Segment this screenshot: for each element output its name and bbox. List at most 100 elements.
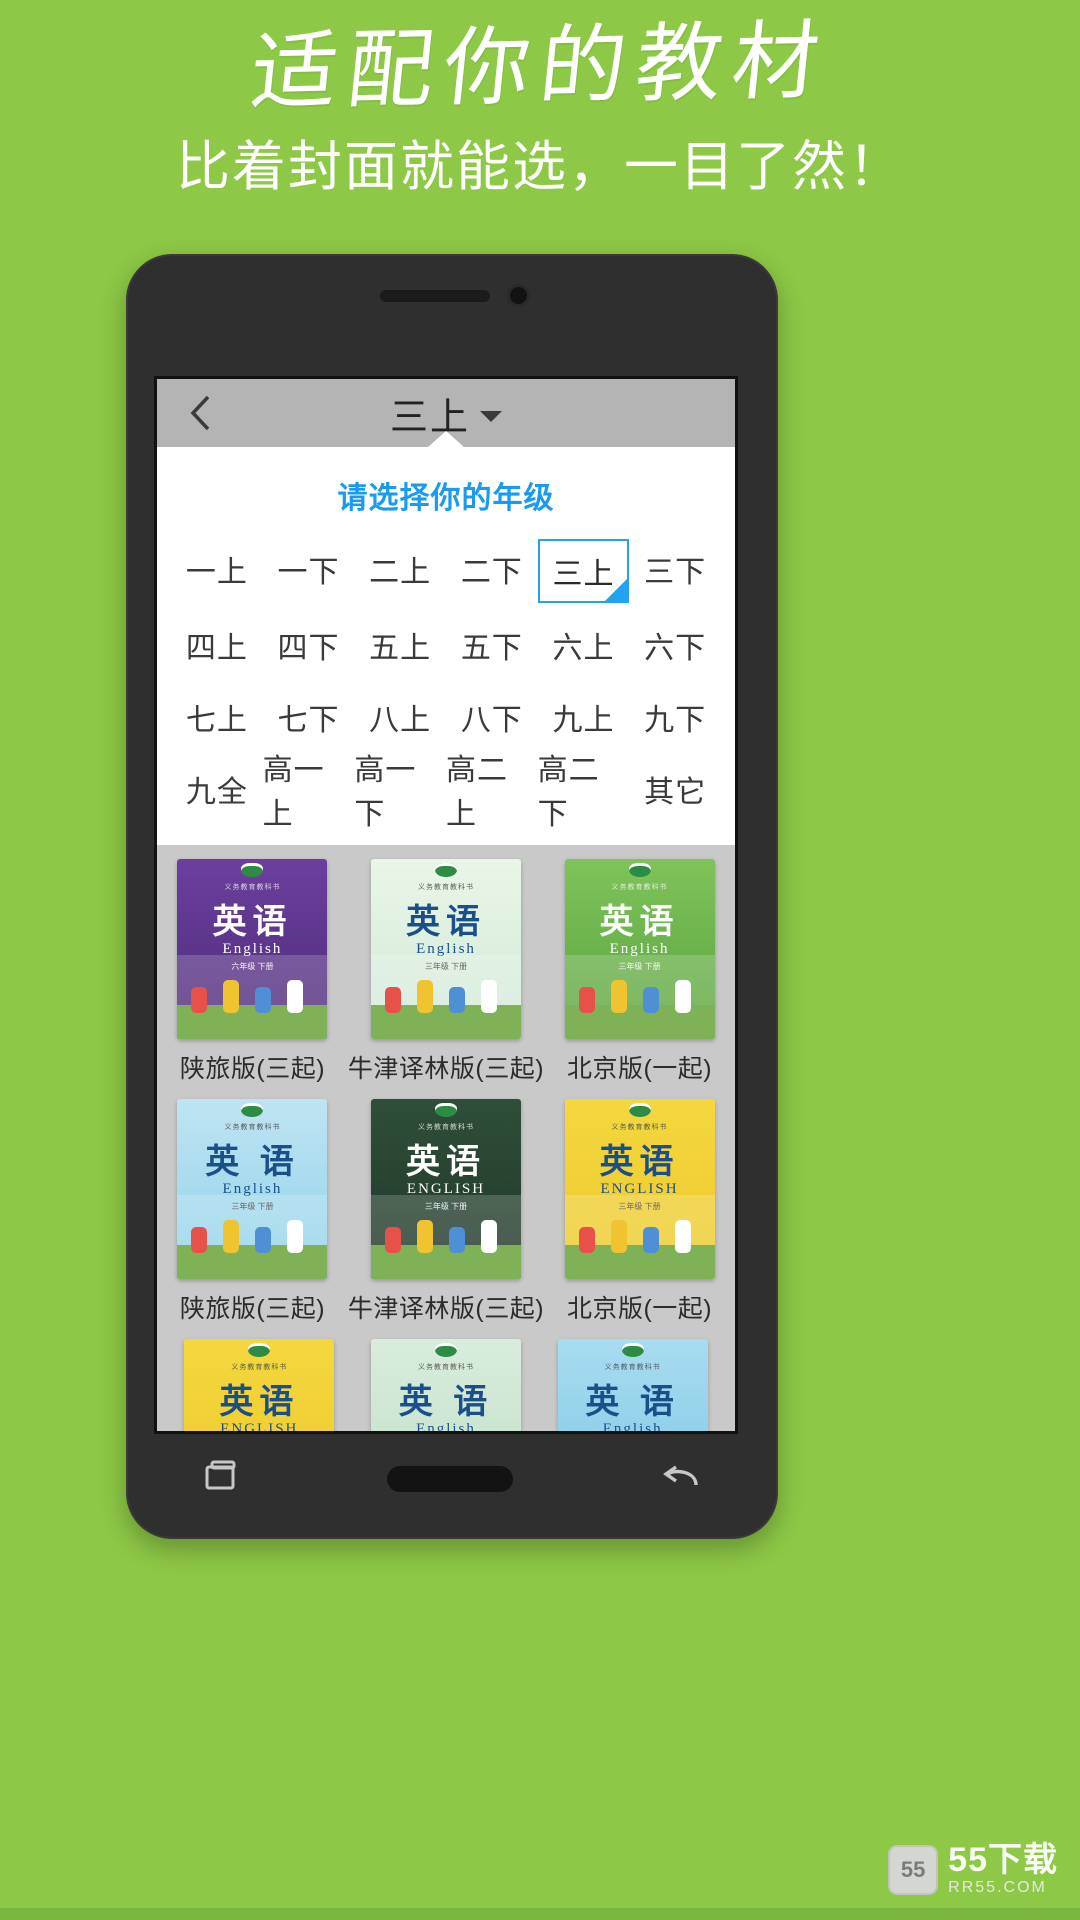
cover-title-cn: 英语	[599, 904, 680, 941]
textbook-item[interactable]: 义务教育教科书英 语English三年级 下册	[548, 1339, 717, 1431]
site-watermark: 55 55下载 RR55.COM	[888, 1843, 1058, 1896]
cover-illustration	[371, 953, 521, 1039]
cover-publisher: 义务教育教科书	[604, 1364, 661, 1371]
publisher-logo-icon	[435, 863, 457, 877]
cover-title-cn: 英 语	[585, 1384, 680, 1421]
textbook-item[interactable]: 义务教育教科书 英语 English 三年级 下册 牛津译林版(三起)	[348, 859, 544, 1085]
grade-option-label: 三下	[644, 556, 707, 589]
grade-option[interactable]: 一上	[171, 539, 263, 599]
textbook-cover: 义务教育教科书英语ENGLISH三年级 下册	[564, 1099, 715, 1279]
grade-option[interactable]: 二上	[354, 539, 446, 599]
grade-option-label: 高二上	[445, 754, 508, 831]
cover-publisher: 义务教育教科书	[417, 1364, 474, 1371]
textbook-row: 义务教育教科书英 语 English 三年级 下册 陕旅版(三起) 义务教育教科书 英语 E…	[175, 1085, 717, 1325]
cover-illustration	[564, 1193, 715, 1279]
dropdown-title: 请选择你的年级	[337, 482, 555, 515]
textbook-cover: 义务教育教科书 英语 English 三年级 下册	[564, 859, 715, 1039]
dropdown-pointer	[428, 431, 464, 447]
grade-option-label: 八下	[460, 704, 523, 737]
cover-publisher: 义务教育教科书	[418, 884, 474, 891]
grade-option[interactable]: 九上	[538, 687, 630, 747]
promo-subtitle: 比着封面就能选，一目了然！	[176, 137, 904, 198]
textbook-item[interactable]: 义务教育教科书英语ENGLISH三年级 下册	[175, 1339, 344, 1431]
grade-option-selected[interactable]: 三上	[537, 539, 630, 603]
textbook-label: 陕旅版(三起)	[179, 1055, 326, 1083]
nav-back-button[interactable]	[658, 1455, 706, 1504]
back-button[interactable]	[171, 379, 231, 447]
back-arrow-icon	[662, 1465, 698, 1485]
grade-option-label: 二下	[460, 556, 523, 589]
home-button[interactable]	[386, 1466, 513, 1492]
textbook-item[interactable]: 义务教育教科书英 语 English 三年级 下册 陕旅版(三起)	[175, 1099, 330, 1325]
publisher-logo-icon	[434, 1343, 457, 1357]
grade-option[interactable]: 八上	[354, 687, 446, 747]
cover-title-cn: 英 语	[398, 1384, 494, 1421]
check-icon	[605, 579, 628, 601]
grade-option[interactable]: 四上	[171, 615, 263, 675]
earpiece-speaker	[380, 290, 490, 302]
grade-option[interactable]: 其它	[629, 759, 721, 819]
textbook-list: 义务教育教科书 英语 English 六年级 下册 陕旅版(三起) 义务教育教科书 英语 En…	[157, 845, 735, 1431]
grade-option[interactable]: 六上	[538, 615, 630, 675]
grade-option[interactable]: 高一上	[263, 754, 355, 831]
grade-option[interactable]: 三下	[629, 539, 721, 599]
grade-option-label: 九上	[552, 704, 615, 737]
publisher-logo-icon	[628, 863, 651, 877]
watermark-badge: 55	[888, 1844, 939, 1895]
grade-option[interactable]: 七上	[171, 687, 263, 747]
grade-option[interactable]: 六下	[629, 615, 721, 675]
grade-option[interactable]: 四下	[263, 615, 355, 675]
grade-option[interactable]: 一下	[263, 539, 355, 599]
cover-illustration	[177, 953, 328, 1039]
recents-button[interactable]	[198, 1455, 242, 1504]
grade-option-label: 四上	[185, 632, 248, 665]
grade-option-label: 八上	[369, 704, 432, 737]
cover-publisher: 义务教育教科书	[231, 1364, 288, 1371]
publisher-logo-icon	[628, 1103, 651, 1117]
cover-title-cn: 英语	[599, 1144, 680, 1181]
grade-option-label: 一下	[277, 556, 340, 589]
grade-option[interactable]: 九下	[629, 687, 721, 747]
textbook-item[interactable]: 义务教育教科书 英语 English 三年级 下册北京版(一起)	[562, 859, 717, 1085]
textbook-label: 牛津译林版(三起)	[347, 1055, 545, 1083]
grade-option[interactable]: 高二上	[446, 754, 538, 831]
cover-title-cn: 英语	[406, 1144, 486, 1181]
textbook-label: 陕旅版(三起)	[179, 1295, 326, 1323]
chevron-left-icon	[190, 395, 210, 431]
publisher-logo-icon	[248, 1343, 271, 1357]
grade-option[interactable]: 五上	[354, 615, 446, 675]
grade-option[interactable]: 高一下	[354, 754, 446, 831]
textbook-item[interactable]: 义务教育教科书 英语 ENGLISH 三年级 下册 北京版(一起)	[562, 1099, 717, 1325]
cover-publisher: 义务教育教科书	[611, 1124, 668, 1131]
textbook-label: 牛津译林版(三起)	[347, 1295, 545, 1323]
textbook-item[interactable]: 义务教育教科书 英语 ENGLISH 三年级 下册 牛津译林版(三起)	[348, 1099, 544, 1325]
textbook-row: 义务教育教科书英语ENGLISH三年级 下册义务教育教科书英 语English三…	[175, 1325, 717, 1431]
textbook-label: 北京版(一起)	[566, 1295, 713, 1323]
cover-publisher: 义务教育教科书	[224, 884, 281, 891]
recents-square-icon	[205, 1460, 236, 1489]
textbook-cover: 义务教育教科书 英语 English 三年级 下册	[371, 859, 521, 1039]
cover-title-cn: 英语	[406, 904, 486, 941]
cover-illustration	[177, 1193, 328, 1279]
phone-screen: 三上 请选择你的年级 一上 一下 二上 二下 三上 三下 四上 四下 五上 五下 六上 六下 七上 七下八…	[154, 376, 738, 1434]
android-navigation-bar	[126, 1433, 778, 1525]
watermark-domain: RR55.COM	[948, 1879, 1047, 1896]
cover-publisher: 义务教育教科书	[418, 1124, 474, 1131]
grade-option[interactable]: 五下	[446, 615, 538, 675]
grade-option-label: 高二下	[537, 754, 600, 831]
textbook-item[interactable]: 义务教育教科书英 语English三年级 下册	[362, 1339, 531, 1431]
promo-header: 适配你的教材 比着封面就能选，一目了然！	[0, 0, 1080, 198]
grade-option[interactable]: 八下	[446, 687, 538, 747]
cover-illustration	[564, 953, 715, 1039]
publisher-logo-icon	[241, 1103, 264, 1117]
grade-option-label: 一上	[185, 556, 248, 589]
grade-option-label: 其它	[644, 776, 707, 809]
grade-option[interactable]: 二下	[446, 539, 538, 599]
grade-option-label: 六下	[644, 632, 707, 665]
grade-option[interactable]: 高二下	[538, 754, 630, 831]
textbook-label: 北京版(一起)	[566, 1055, 713, 1083]
textbook-item[interactable]: 义务教育教科书 英语 English 六年级 下册 陕旅版(三起)	[175, 859, 330, 1085]
grade-option[interactable]: 九全	[171, 759, 263, 819]
grade-option[interactable]: 七下	[263, 687, 355, 747]
textbook-row: 义务教育教科书 英语 English 六年级 下册 陕旅版(三起) 义务教育教科书 英语 En…	[175, 845, 717, 1085]
